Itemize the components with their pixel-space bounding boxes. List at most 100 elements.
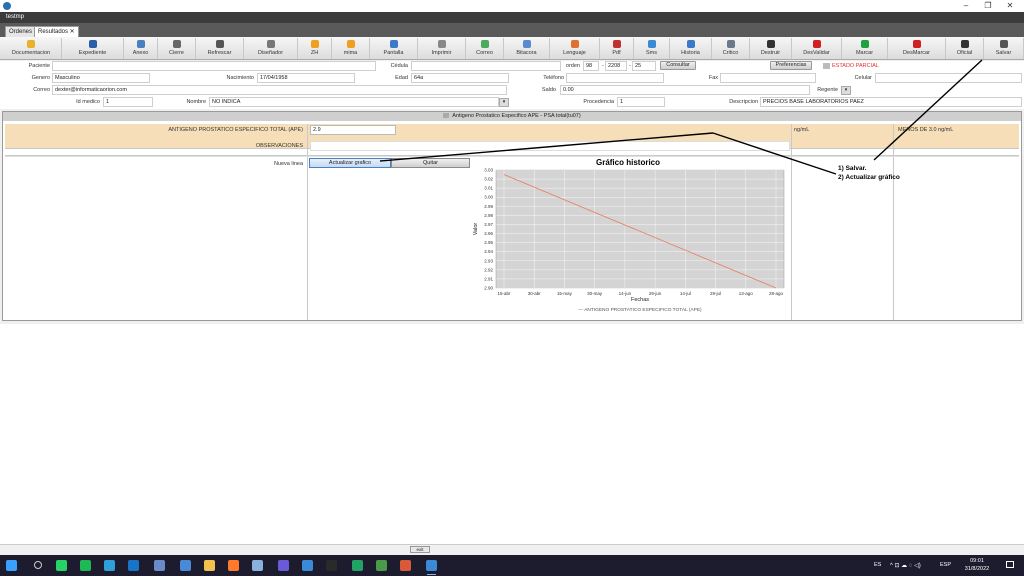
firefox-icon[interactable] [228,560,239,571]
consultar-button[interactable]: Consultar [660,61,696,70]
toolbar-label: Historia [681,50,700,56]
observaciones-field[interactable] [310,141,790,151]
pen-icon [960,40,969,48]
celular-field[interactable] [875,73,1022,83]
exit-button[interactable]: exit [410,546,430,553]
saldo-field[interactable]: 0.00 [560,85,810,95]
tray-keyboard[interactable]: ESP [940,562,951,568]
printer-icon [437,40,446,48]
tray-lang[interactable]: ES [874,562,881,568]
person-icon [88,40,97,48]
x-tick-label: 14-jul [680,291,691,296]
orion-icon[interactable] [426,560,437,575]
tray-icons[interactable]: ^ ⊡ ☁ ◌ ◁) [890,562,921,569]
tab-resultados[interactable]: Resultados ✕ [34,26,79,37]
outlook-icon[interactable] [128,560,139,571]
toolbar-mima-button[interactable]: mima [332,38,370,59]
app-icon[interactable] [154,560,165,571]
toolbar-critico-button[interactable]: Critico [712,38,750,59]
observaciones-label: OBSERVACIONES [255,143,303,149]
fax-label: Fax [708,75,718,81]
toolbar-imprimir-button[interactable]: Imprimir [418,38,466,59]
edad-field[interactable]: 64a [411,73,509,83]
tray-date[interactable]: 31/8/2022 [960,566,994,572]
descripcion-field[interactable]: PRECIOS BASE LABORATORIOS PAEZ [760,97,1022,107]
y-tick-label: 3.01 [484,186,493,191]
regente-dropdown[interactable]: ▾ [841,86,851,95]
toolbar-destruir-button[interactable]: Destruir [750,38,792,59]
toolbar-refrescar-button[interactable]: Refrescar [196,38,244,59]
nombre-field[interactable]: NO INDICA [209,97,499,107]
spotify-icon[interactable] [80,560,91,571]
actualizar-grafico-button[interactable]: Actualizar grafico [309,158,391,168]
y-tick-label: 3.03 [484,168,493,173]
cedula-field[interactable] [411,61,561,71]
ms-icon[interactable] [376,560,387,571]
tray-time[interactable]: 09:01 [964,558,990,564]
correo-field[interactable]: dexter@informaticaorion.com [52,85,507,95]
tab-strip: Ordenes Resultados ✕ [0,23,1024,37]
orden-field-2[interactable]: 2208 [605,61,627,71]
collapse-icon[interactable] [443,113,450,119]
toolbar-expediente-button[interactable]: Expediente [62,38,124,59]
whatsapp-icon[interactable] [56,560,67,571]
annotation-line-2: 2) Actualizar gráfico [838,174,900,181]
terminal-icon[interactable] [326,560,337,571]
toolbar-anexo-button[interactable]: Anexo [124,38,158,59]
toolbar-cierre-button[interactable]: Cierre [158,38,196,59]
toolbar-zh-button[interactable]: ZH [298,38,332,59]
toolbar-label: Pantalla [383,50,404,56]
toolbar-salvar-button[interactable]: Salvar [984,38,1024,59]
toolbar-bitacora-button[interactable]: Bitacora [504,38,550,59]
chat-icon[interactable] [278,560,289,571]
toolbar-oficial-button[interactable]: Oficial [946,38,984,59]
nacimiento-field[interactable]: 17/04/1958 [257,73,355,83]
toolbar-label: DesValidar [803,50,830,56]
media-icon[interactable] [302,560,313,571]
window-titlebar: – ❐ ✕ [0,0,1024,12]
folder-icon[interactable] [204,560,215,571]
orden-field-3[interactable]: 25 [632,61,656,71]
tab-ordenes[interactable]: Ordenes [5,26,37,37]
cube-icon[interactable] [252,560,263,571]
toolbar-sms-button[interactable]: Sms [634,38,670,59]
sms-icon [647,40,656,48]
telefono-field[interactable] [566,73,664,83]
toolbar-desvalidar-button[interactable]: DesValidar [792,38,842,59]
test-value-input[interactable]: 2.9 [310,125,396,135]
taskbar: ES ^ ⊡ ☁ ◌ ◁) ESP 09:01 31/8/2022 [0,555,1024,576]
app-label: testmp [6,14,25,20]
nombre-dropdown[interactable]: ▾ [499,98,509,107]
paciente-field[interactable] [52,61,376,71]
procedencia-field[interactable]: 1 [617,97,665,107]
close-window-button[interactable]: ✕ [996,0,1024,12]
estado-checkbox[interactable] [823,63,830,69]
toolbar-correo-button[interactable]: Correo [466,38,504,59]
notifications-icon[interactable] [1006,561,1014,568]
toolbar-pantalla-button[interactable]: Pantalla [370,38,418,59]
preferencias-button[interactable]: Preferencias [770,61,812,70]
excel-icon[interactable] [352,560,363,571]
toolbar-documentacion-button[interactable]: Documentacion [1,38,62,59]
fax-field[interactable] [720,73,816,83]
toolbar-pdf-button[interactable]: Pdf [600,38,634,59]
start-icon[interactable] [6,560,17,571]
toolbar-label: Refrescar [207,50,232,56]
idmedico-field[interactable]: 1 [103,97,153,107]
tiles-icon[interactable] [400,560,411,571]
genero-field[interactable]: Masculino [52,73,150,83]
patient-form: Paciente Cédula orden 98 - 2208 - 25 Con… [0,61,1024,109]
search-icon[interactable] [34,561,42,569]
refresh-icon [215,40,224,48]
quitar-button[interactable]: Quitar [391,158,470,168]
toolbar-lenguaje-button[interactable]: Lenguaje [550,38,600,59]
toolbar-diseñador-button[interactable]: Diseñador [244,38,298,59]
network-icon[interactable] [180,560,191,571]
orden-field-1[interactable]: 98 [583,61,599,71]
edge-icon[interactable] [104,560,115,571]
toolbar-marcar-button[interactable]: Marcar [842,38,888,59]
toolbar-desmarcar-button[interactable]: DesMarcar [888,38,946,59]
toolbar-historia-button[interactable]: Historia [670,38,712,59]
panel-header[interactable]: Antigeno Prostatico Especifico APE - PSA… [3,112,1021,121]
history-chart-svg: Gráfico historico 3.03 3.02 3.01 3.00 2.99 2.9… [473,158,785,313]
